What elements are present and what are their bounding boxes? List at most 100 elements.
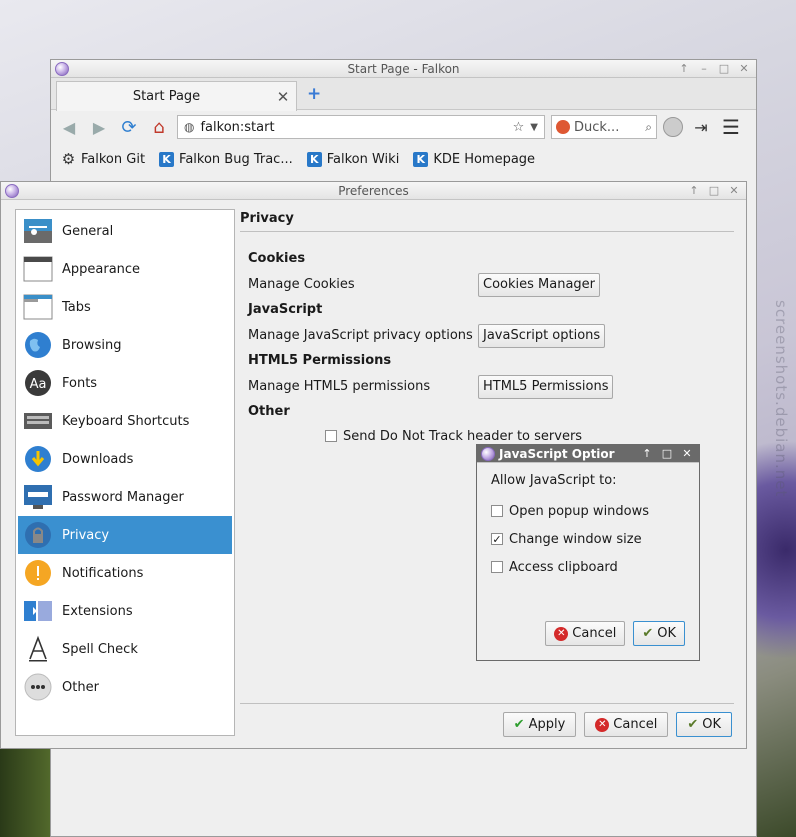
- javascript-options-button[interactable]: JavaScript options: [478, 323, 606, 348]
- bookmark-label: Falkon Bug Trac...: [179, 151, 293, 167]
- tab-bar: Start Page ✕ +: [51, 78, 756, 111]
- button-label: Cancel: [572, 626, 617, 641]
- tab-close-icon[interactable]: ✕: [276, 88, 290, 106]
- js-ok-button[interactable]: ✔ OK: [633, 621, 685, 646]
- svg-text:Aa: Aa: [30, 377, 47, 392]
- window-size-checkbox[interactable]: ✓: [491, 533, 503, 545]
- button-label: OK: [657, 626, 676, 641]
- manage-cookies-label: Manage Cookies: [248, 277, 355, 292]
- duckduckgo-icon[interactable]: [556, 120, 570, 134]
- clipboard-checkbox-row[interactable]: Access clipboard: [491, 553, 685, 581]
- cookies-heading: Cookies: [248, 251, 306, 266]
- close-icon[interactable]: ✕: [681, 447, 693, 460]
- sidebar-item-password-manager[interactable]: Password Manager: [18, 478, 232, 516]
- clipboard-checkbox[interactable]: [491, 561, 503, 573]
- falkon-app-icon: [5, 183, 19, 198]
- sidebar-item-appearance[interactable]: Appearance: [18, 250, 232, 288]
- forward-icon[interactable]: ▶: [87, 115, 111, 139]
- window-size-checkbox-row[interactable]: ✓ Change window size: [491, 525, 685, 553]
- site-info-icon[interactable]: ◍: [184, 120, 194, 134]
- tab-start-page[interactable]: Start Page ✕: [56, 81, 297, 111]
- sidebar-label: Tabs: [62, 299, 91, 315]
- sidebar-item-privacy[interactable]: Privacy: [18, 516, 232, 554]
- bookmark-falkon-wiki[interactable]: K Falkon Wiki: [306, 151, 399, 167]
- minimize-icon[interactable]: –: [698, 62, 710, 75]
- maximize-icon[interactable]: □: [661, 447, 673, 460]
- downloads-icon: [22, 444, 54, 474]
- tabs-icon: [22, 292, 54, 322]
- sidebar-label: Browsing: [62, 337, 122, 353]
- falkon-app-icon: [55, 61, 69, 76]
- home-icon[interactable]: ⌂: [147, 115, 171, 139]
- ok-icon: ✔: [642, 626, 654, 641]
- address-bar[interactable]: ◍ falkon:start ☆ ▼: [177, 115, 545, 139]
- preferences-titlebar[interactable]: Preferences ↑ □ ✕: [1, 182, 746, 200]
- sidebar-item-fonts[interactable]: Aa Fonts: [18, 364, 232, 402]
- bookmark-kde-homepage[interactable]: K KDE Homepage: [413, 151, 535, 167]
- notifications-icon: [22, 558, 54, 588]
- window-size-label: Change window size: [509, 531, 642, 547]
- chevron-down-icon[interactable]: ▼: [530, 122, 538, 133]
- browser-title: Start Page - Falkon: [347, 61, 460, 76]
- sidebar-item-browsing[interactable]: Browsing: [18, 326, 232, 364]
- checkmark-icon: ✔: [513, 717, 525, 732]
- maximize-icon[interactable]: □: [718, 62, 730, 75]
- sidebar-item-keyboard-shortcuts[interactable]: Keyboard Shortcuts: [18, 402, 232, 440]
- dnt-label: Send Do Not Track header to servers: [343, 428, 583, 444]
- browser-titlebar[interactable]: Start Page - Falkon ↑ – □ ✕: [51, 60, 756, 78]
- general-icon: [22, 216, 54, 246]
- other-icon: [22, 672, 54, 702]
- sidebar-item-notifications[interactable]: Notifications: [18, 554, 232, 592]
- close-icon[interactable]: ✕: [738, 62, 750, 75]
- sidebar-label: Fonts: [62, 375, 98, 391]
- back-icon[interactable]: ◀: [57, 115, 81, 139]
- js-intro-label: Allow JavaScript to:: [491, 473, 617, 488]
- keep-above-icon[interactable]: ↑: [641, 447, 653, 460]
- button-label: OK: [702, 717, 721, 732]
- sidebar-label: General: [62, 223, 114, 239]
- apply-button[interactable]: ✔ Apply: [502, 712, 577, 737]
- ok-button[interactable]: ✔ OK: [676, 712, 732, 737]
- bookmark-falkon-git[interactable]: ⚙ Falkon Git: [61, 150, 146, 168]
- keyboard-icon: [22, 406, 54, 436]
- kde-icon: K: [306, 151, 322, 167]
- sidebar-item-extensions[interactable]: Extensions: [18, 592, 232, 630]
- popup-checkbox-row[interactable]: Open popup windows: [491, 497, 685, 525]
- html5-permissions-button[interactable]: HTML5 Permissions: [478, 374, 614, 399]
- bookmark-label: Falkon Git: [81, 151, 146, 167]
- url-text[interactable]: falkon:start: [200, 120, 506, 135]
- close-icon[interactable]: ✕: [728, 184, 740, 197]
- gear-icon: ⚙: [61, 150, 76, 168]
- dnt-checkbox[interactable]: [325, 430, 337, 442]
- sidebar-toggle-icon[interactable]: ⇥: [689, 115, 713, 139]
- cancel-button[interactable]: ✕ Cancel: [584, 712, 669, 737]
- button-label: Apply: [528, 717, 566, 732]
- extensions-icon: [22, 596, 54, 626]
- search-icon[interactable]: ⌕: [645, 120, 652, 135]
- sidebar-item-tabs[interactable]: Tabs: [18, 288, 232, 326]
- sidebar-item-other[interactable]: Other: [18, 668, 232, 706]
- divider: [240, 703, 734, 704]
- reload-icon[interactable]: ⟳: [117, 115, 141, 139]
- js-cancel-button[interactable]: ✕ Cancel: [545, 621, 626, 646]
- popup-checkbox[interactable]: [491, 505, 503, 517]
- maximize-icon[interactable]: □: [708, 184, 720, 197]
- bookmark-falkon-bug-tracker[interactable]: K Falkon Bug Trac...: [159, 151, 293, 167]
- js-dialog-titlebar[interactable]: JavaScript Optior ↑ □ ✕: [477, 445, 699, 463]
- sidebar-item-general[interactable]: General: [18, 212, 232, 250]
- keep-above-icon[interactable]: ↑: [688, 184, 700, 197]
- new-tab-icon[interactable]: +: [307, 84, 321, 104]
- menu-icon[interactable]: ☰: [719, 115, 743, 139]
- search-box[interactable]: Duck... ⌕: [551, 115, 657, 139]
- sidebar-item-spell-check[interactable]: Spell Check: [18, 630, 232, 668]
- javascript-options-label: Manage JavaScript privacy options: [248, 328, 473, 343]
- adblock-icon[interactable]: [663, 117, 683, 137]
- spellcheck-icon: [22, 634, 54, 664]
- search-input[interactable]: Duck...: [574, 120, 641, 135]
- sidebar-item-downloads[interactable]: Downloads: [18, 440, 232, 478]
- bookmark-star-icon[interactable]: ☆: [513, 120, 525, 135]
- keep-above-icon[interactable]: ↑: [678, 62, 690, 75]
- privacy-icon: [22, 520, 54, 550]
- cookies-manager-button[interactable]: Cookies Manager: [478, 272, 601, 297]
- password-icon: [22, 482, 54, 512]
